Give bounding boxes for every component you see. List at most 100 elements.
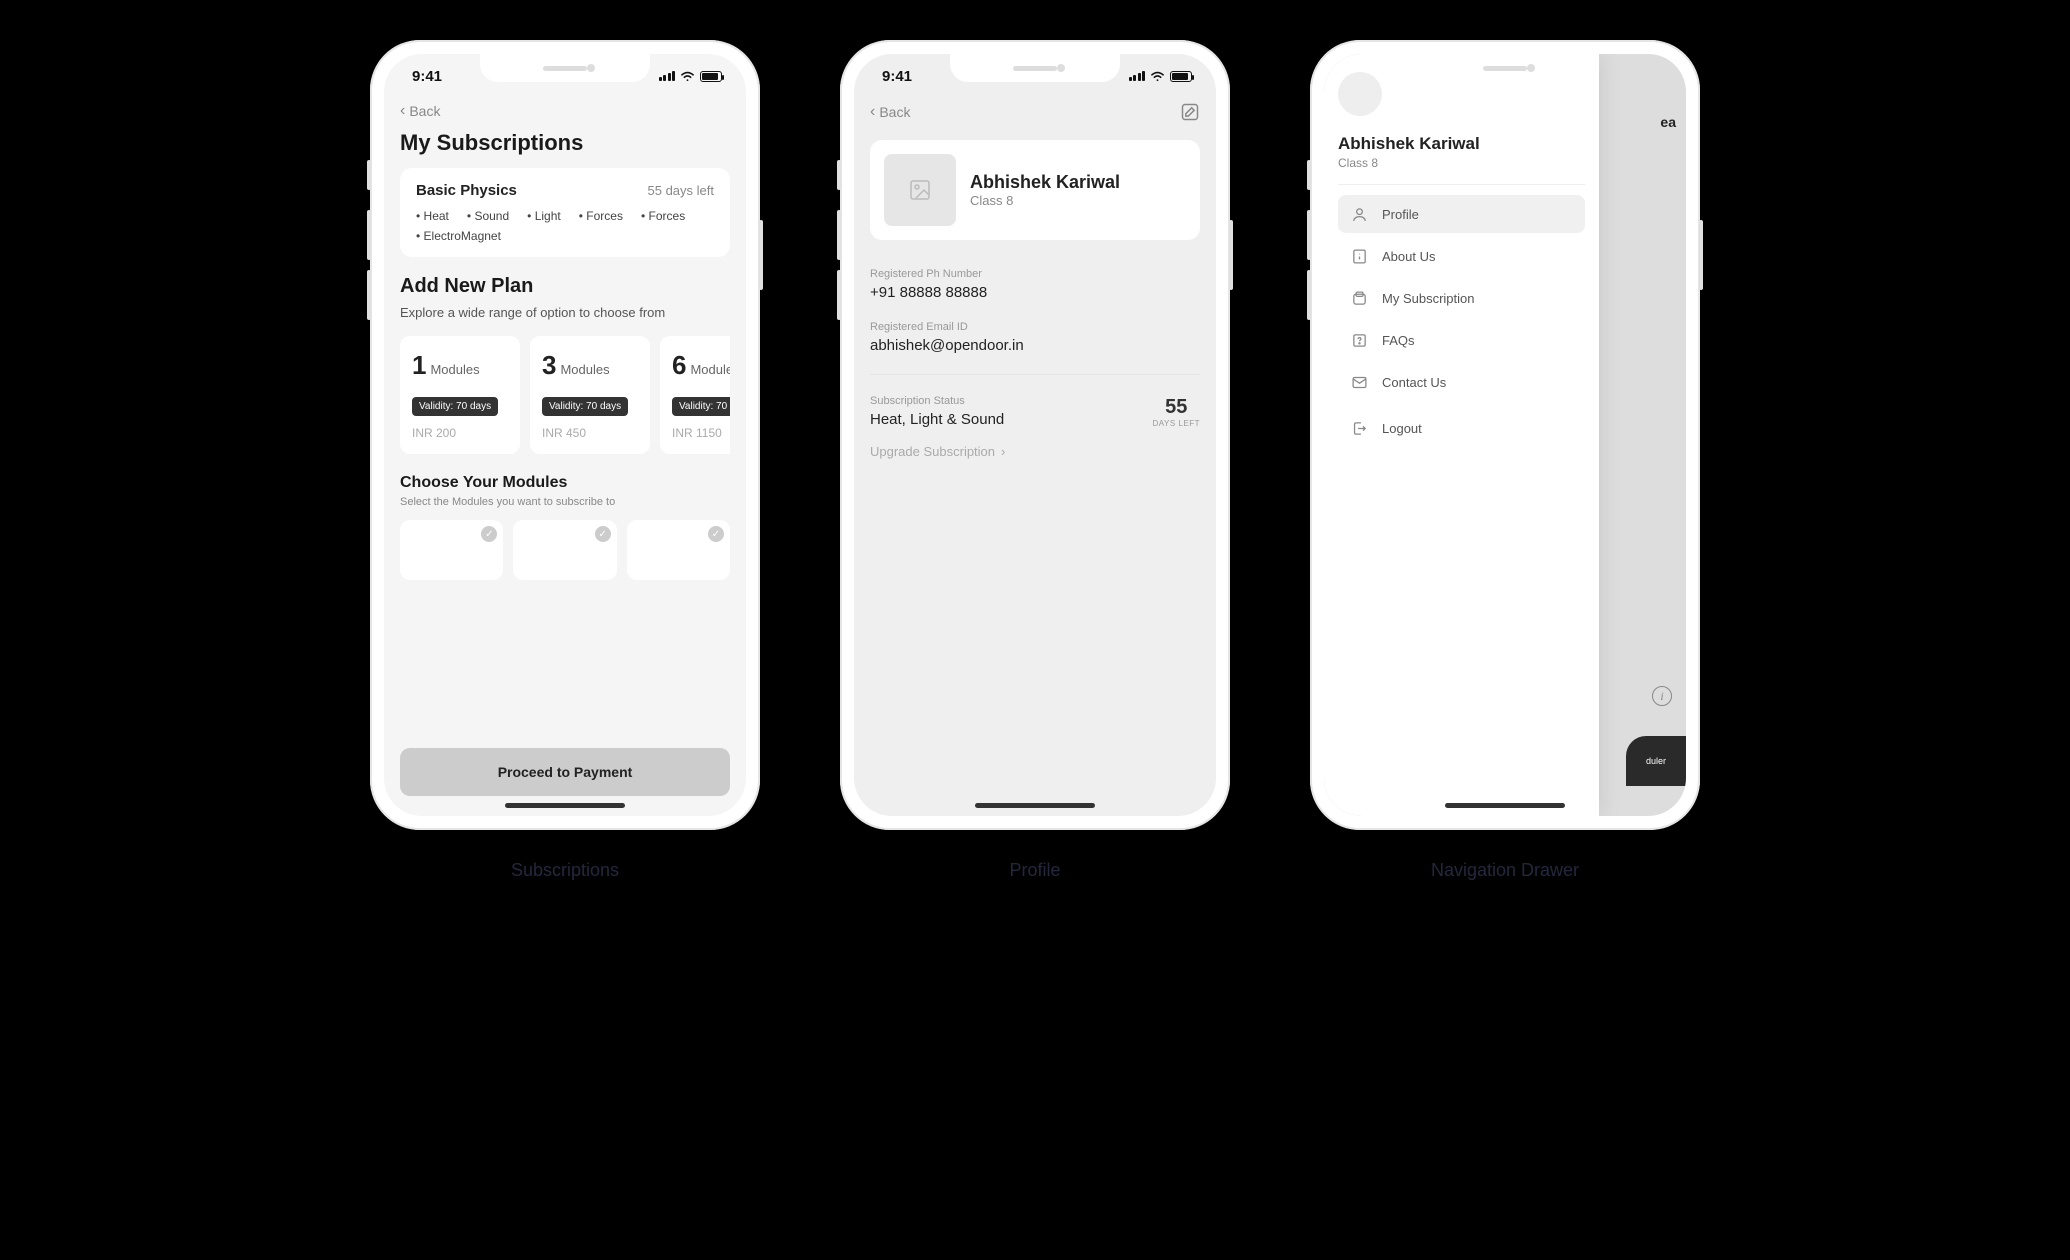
module-option[interactable]: ✓ — [513, 520, 616, 580]
wifi-icon — [680, 71, 695, 82]
logout-icon — [1350, 419, 1368, 437]
check-icon: ✓ — [595, 526, 611, 542]
validity-badge: Validity: 70 days — [672, 397, 730, 416]
divider — [1338, 184, 1585, 185]
divider — [870, 374, 1200, 375]
subscription-name: Basic Physics — [416, 182, 517, 199]
phone-label: Registered Ph Number — [870, 268, 1200, 280]
avatar-placeholder[interactable] — [884, 154, 956, 226]
topic-item: ElectroMagnet — [416, 229, 501, 243]
background-text-fragment: ea — [1660, 114, 1676, 130]
avatar[interactable] — [1338, 72, 1382, 116]
home-indicator — [975, 803, 1095, 808]
wifi-icon — [1150, 71, 1165, 82]
plan-unit: Modules — [560, 362, 609, 377]
drawer-class: Class 8 — [1338, 156, 1585, 170]
plan-unit: Modules — [430, 362, 479, 377]
status-time: 9:41 — [412, 68, 442, 85]
upgrade-subscription-link[interactable]: Upgrade Subscription › — [854, 438, 1216, 465]
choose-modules-heading: Choose Your Modules — [400, 474, 730, 492]
plan-count: 6 — [672, 350, 686, 381]
topic-item: Forces — [579, 209, 623, 223]
drawer-item-about[interactable]: About Us — [1338, 237, 1585, 275]
sub-status-label: Subscription Status — [870, 395, 1004, 407]
profile-name: Abhishek Kariwal — [970, 172, 1120, 193]
info-icon[interactable]: i — [1652, 686, 1672, 706]
home-indicator — [505, 803, 625, 808]
topic-item: Sound — [467, 209, 509, 223]
drawer-item-label: Contact Us — [1382, 375, 1446, 390]
check-icon: ✓ — [708, 526, 724, 542]
drawer-item-subscription[interactable]: My Subscription — [1338, 279, 1585, 317]
proceed-payment-button[interactable]: Proceed to Payment — [400, 748, 730, 796]
email-value: abhishek@opendoor.in — [870, 337, 1200, 354]
navigation-drawer: Abhishek Kariwal Class 8 Profile — [1324, 54, 1599, 816]
sub-status-value: Heat, Light & Sound — [870, 411, 1004, 428]
topic-item: Light — [527, 209, 561, 223]
drawer-item-label: FAQs — [1382, 333, 1415, 348]
plans-scroller[interactable]: 1 Modules Validity: 70 days INR 200 3 Mo… — [400, 336, 730, 454]
module-option[interactable]: ✓ — [627, 520, 730, 580]
subscription-status-block: Subscription Status Heat, Light & Sound … — [854, 385, 1216, 438]
chevron-left-icon: ‹ — [400, 102, 405, 120]
mail-icon — [1350, 373, 1368, 391]
module-option[interactable]: ✓ — [400, 520, 503, 580]
phone-frame-drawer: ea i duler Abhishek Kariwal Class 8 — [1310, 40, 1700, 830]
current-subscription-card[interactable]: Basic Physics 55 days left Heat Sound Li… — [400, 168, 730, 257]
back-label: Back — [879, 104, 910, 120]
battery-icon — [700, 71, 722, 82]
signal-icon — [659, 71, 676, 81]
screen-label: Profile — [1009, 860, 1060, 881]
days-left-count: 55 — [1153, 396, 1200, 419]
email-field: Registered Email ID abhishek@opendoor.in — [854, 311, 1216, 364]
upgrade-label: Upgrade Subscription — [870, 444, 995, 459]
back-button[interactable]: ‹ Back — [870, 103, 910, 121]
home-indicator — [1445, 803, 1565, 808]
subscription-icon — [1350, 289, 1368, 307]
phone-value: +91 88888 88888 — [870, 284, 1200, 301]
drawer-item-faqs[interactable]: FAQs — [1338, 321, 1585, 359]
signal-icon — [1129, 71, 1146, 81]
plan-card[interactable]: 3 Modules Validity: 70 days INR 450 — [530, 336, 650, 454]
topic-item: Heat — [416, 209, 449, 223]
page-title: My Subscriptions — [384, 130, 746, 168]
plan-card[interactable]: 6 Modules Validity: 70 days INR 1150 — [660, 336, 730, 454]
plan-count: 3 — [542, 350, 556, 381]
faq-icon — [1350, 331, 1368, 349]
battery-icon — [1170, 71, 1192, 82]
add-plan-sub: Explore a wide range of option to choose… — [400, 304, 730, 322]
screen-label: Subscriptions — [511, 860, 619, 881]
add-plan-heading: Add New Plan — [400, 275, 730, 298]
back-button[interactable]: ‹ Back — [384, 98, 746, 130]
drawer-item-contact[interactable]: Contact Us — [1338, 363, 1585, 401]
chevron-right-icon: › — [1001, 444, 1005, 459]
drawer-item-label: My Subscription — [1382, 291, 1474, 306]
background-tab-fragment: duler — [1626, 736, 1686, 786]
phone-frame-subscriptions: 9:41 ‹ Back My Subscriptions — [370, 40, 760, 830]
plan-price: INR 1150 — [672, 426, 730, 440]
plan-card[interactable]: 1 Modules Validity: 70 days INR 200 — [400, 336, 520, 454]
drawer-item-logout[interactable]: Logout — [1338, 409, 1585, 447]
validity-badge: Validity: 70 days — [542, 397, 628, 416]
profile-class: Class 8 — [970, 193, 1120, 208]
drawer-item-profile[interactable]: Profile — [1338, 195, 1585, 233]
about-icon — [1350, 247, 1368, 265]
drawer-item-label: Profile — [1382, 207, 1419, 222]
drawer-name: Abhishek Kariwal — [1338, 134, 1585, 154]
plan-unit: Modules — [690, 362, 730, 377]
drawer-item-label: About Us — [1382, 249, 1435, 264]
subscription-days-left: 55 days left — [648, 183, 715, 198]
topics-list: Heat Sound Light Forces Forces ElectroMa… — [416, 209, 714, 243]
user-icon — [1350, 205, 1368, 223]
back-label: Back — [409, 103, 440, 119]
topic-item: Forces — [641, 209, 685, 223]
profile-card: Abhishek Kariwal Class 8 — [870, 140, 1200, 240]
plan-price: INR 450 — [542, 426, 638, 440]
chevron-left-icon: ‹ — [870, 103, 875, 121]
phone-field: Registered Ph Number +91 88888 88888 — [854, 258, 1216, 311]
edit-icon[interactable] — [1180, 102, 1200, 122]
plan-price: INR 200 — [412, 426, 508, 440]
check-icon: ✓ — [481, 526, 497, 542]
email-label: Registered Email ID — [870, 321, 1200, 333]
status-time: 9:41 — [882, 68, 912, 85]
